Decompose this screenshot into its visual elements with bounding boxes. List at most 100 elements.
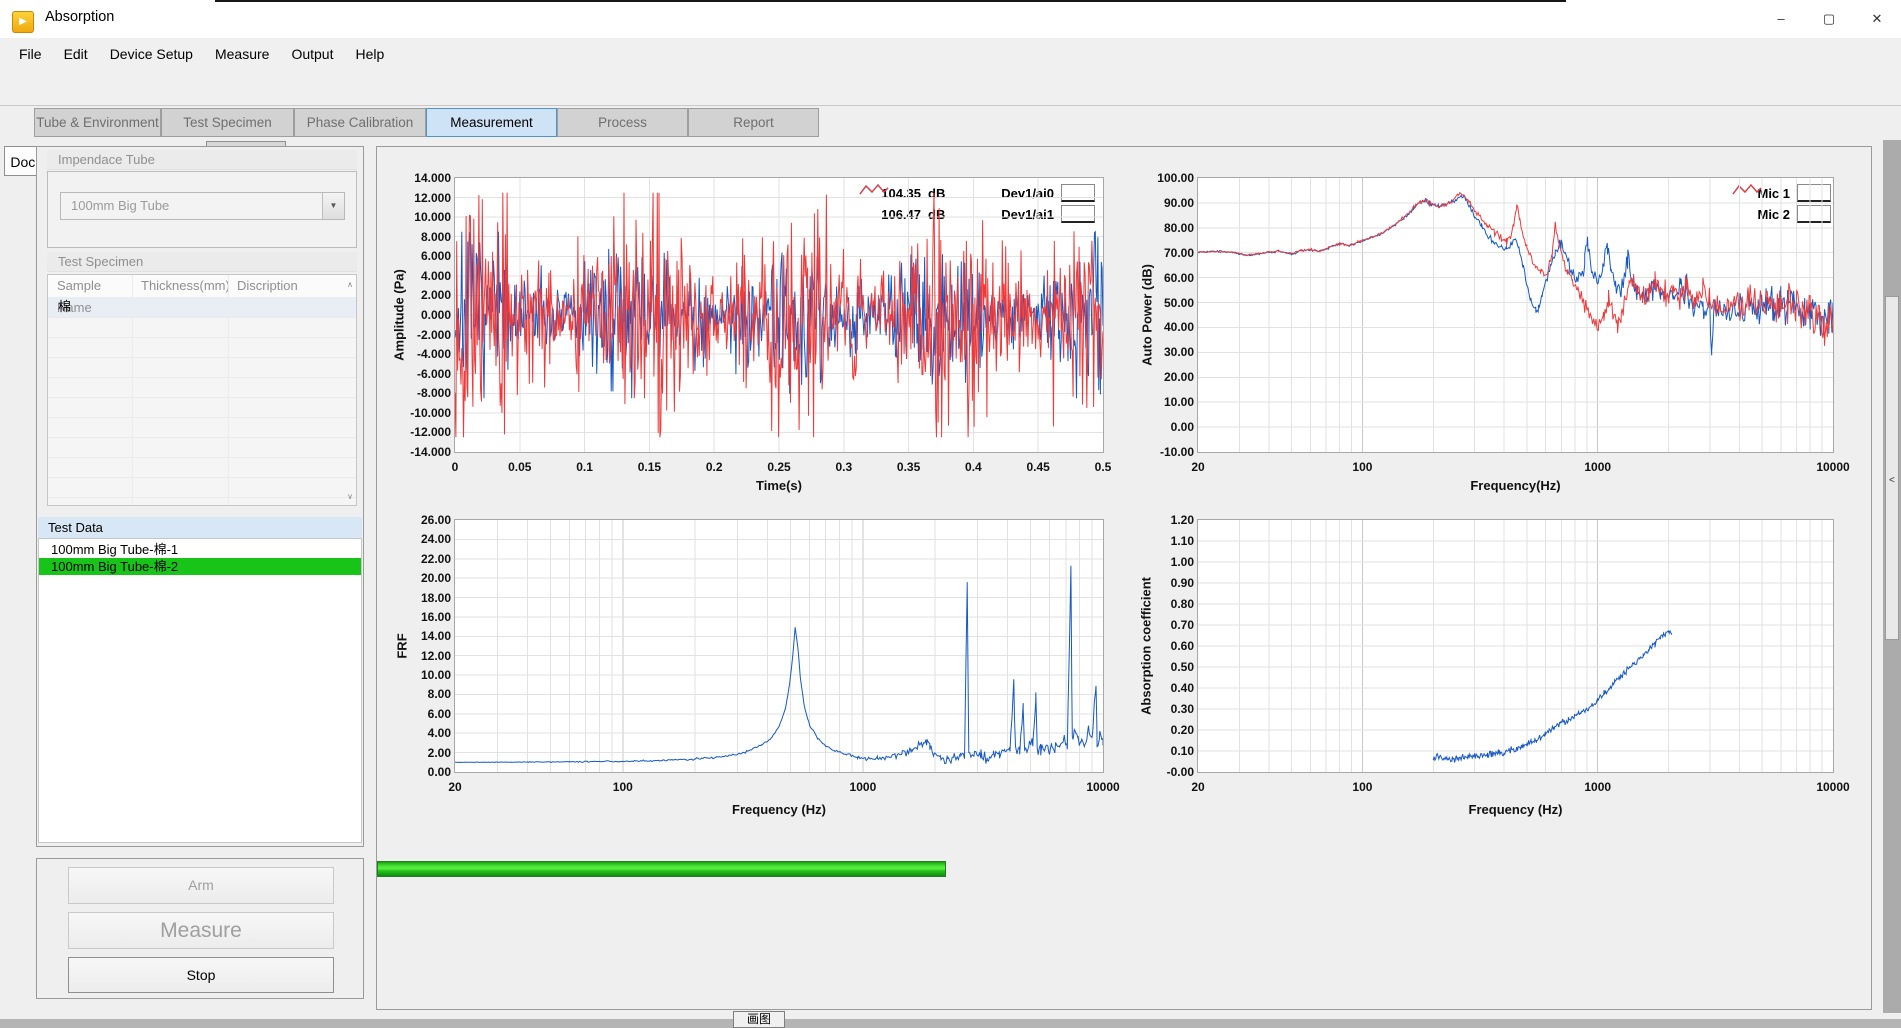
- y-axis-tick: 50.00: [1140, 296, 1194, 310]
- x-axis-tick: 0.35: [879, 460, 939, 474]
- measure-button[interactable]: Measure: [68, 912, 334, 949]
- app-icon: ▶: [12, 11, 34, 33]
- cell-thickness: [142, 297, 248, 317]
- y-axis-tick: 10.00: [397, 668, 451, 682]
- cell-sample-name: 棉: [48, 297, 142, 317]
- frf-chart: FRF Frequency (Hz) 26.0024.0022.0020.001…: [455, 520, 1103, 772]
- y-axis-tick: 10.00: [1140, 395, 1194, 409]
- x-axis-label: Frequency (Hz): [732, 802, 826, 817]
- subtab-tube-environment[interactable]: Tube & Environment: [34, 108, 161, 137]
- y-axis-tick: 1.20: [1140, 513, 1194, 527]
- y-axis-tick: 40.00: [1140, 320, 1194, 334]
- menu-item-measure[interactable]: Measure: [204, 38, 280, 70]
- y-axis-tick: 0.40: [1140, 681, 1194, 695]
- menu-item-help[interactable]: Help: [344, 38, 395, 70]
- measurement-progress-bar: [377, 861, 946, 877]
- y-axis-tick: 0.70: [1140, 618, 1194, 632]
- table-header-row: Sample Name Thickness(mm) Discription: [48, 275, 356, 297]
- subtab-phase-calibration[interactable]: Phase Calibration: [294, 108, 426, 137]
- draw-tab[interactable]: 画图: [733, 1011, 785, 1028]
- column-divider: [228, 275, 229, 505]
- column-header-thickness: Thickness(mm): [132, 275, 228, 297]
- y-axis-tick: -6.000: [397, 367, 451, 381]
- table-row-empty: [48, 358, 356, 378]
- maximize-icon[interactable]: ▢: [1805, 0, 1853, 37]
- collapse-handle[interactable]: <: [1885, 296, 1899, 640]
- y-axis-tick: -10.000: [397, 406, 451, 420]
- impedance-tube-select[interactable]: 100mm Big Tube ▼: [60, 192, 345, 220]
- y-axis-tick: 0.20: [1140, 723, 1194, 737]
- window-controls: – ▢ ✕: [1757, 0, 1901, 37]
- impedance-tube-value: 100mm Big Tube: [71, 198, 169, 213]
- table-row[interactable]: 棉: [48, 297, 356, 318]
- y-axis-tick: -14.000: [397, 445, 451, 459]
- x-axis-tick: 10000: [1803, 780, 1863, 794]
- y-axis-tick: 0.90: [1140, 576, 1194, 590]
- window-title: Absorption: [45, 9, 114, 25]
- y-axis-tick: 2.000: [397, 288, 451, 302]
- x-axis-tick: 0.5: [1073, 460, 1133, 474]
- y-axis-tick: -0.00: [1140, 765, 1194, 779]
- scroll-up-icon[interactable]: ∧: [347, 280, 353, 289]
- impedance-tube-header: Impendace Tube: [47, 150, 357, 170]
- y-axis-tick: 0.00: [397, 765, 451, 779]
- auto-power-chart: Auto Power (dB) Frequency(Hz) Mic 1 Mic …: [1198, 178, 1833, 452]
- y-axis-tick: -4.000: [397, 347, 451, 361]
- stop-button[interactable]: Stop: [68, 957, 334, 993]
- close-icon[interactable]: ✕: [1853, 0, 1901, 37]
- y-axis-tick: -8.000: [397, 386, 451, 400]
- y-axis-tick: 22.00: [397, 552, 451, 566]
- y-axis-tick: 24.00: [397, 532, 451, 546]
- y-axis-tick: 70.00: [1140, 246, 1194, 260]
- chevron-down-icon[interactable]: ▼: [322, 193, 344, 219]
- x-axis-tick: 0.3: [814, 460, 874, 474]
- y-axis-tick: 0.80: [1140, 597, 1194, 611]
- x-axis-tick: 0.05: [490, 460, 550, 474]
- test-specimen-table[interactable]: Sample Name Thickness(mm) Discription 棉 …: [47, 274, 357, 506]
- table-row-empty: [48, 478, 356, 498]
- subtab-process[interactable]: Process: [557, 108, 688, 137]
- menu-item-edit[interactable]: Edit: [53, 38, 99, 70]
- y-axis-tick: 26.00: [397, 513, 451, 527]
- list-item[interactable]: 100mm Big Tube-棉-1: [39, 541, 361, 558]
- menu-item-output[interactable]: Output: [280, 38, 344, 70]
- x-axis-tick: 20: [1168, 460, 1228, 474]
- cell-discription: [248, 297, 352, 317]
- subtab-test-specimen[interactable]: Test Specimen: [161, 108, 294, 137]
- bottom-edge-strip: [0, 1019, 1901, 1028]
- y-axis-tick: 12.00: [397, 649, 451, 663]
- table-row-empty: [48, 398, 356, 418]
- y-axis-tick: 60.00: [1140, 271, 1194, 285]
- column-divider: [132, 275, 133, 505]
- y-axis-tick: 14.00: [397, 629, 451, 643]
- table-row-empty: [48, 418, 356, 438]
- main-tab-strip: Documentation Channel Setup Absorption: [0, 70, 1901, 106]
- table-row-empty: [48, 378, 356, 398]
- x-axis-label: Frequency (Hz): [1469, 802, 1563, 817]
- table-row-empty: [48, 458, 356, 478]
- tab-strip-divider: [0, 105, 1901, 106]
- menu-bar: File Edit Device Setup Measure Output He…: [0, 38, 1901, 70]
- x-axis-tick: 1000: [1568, 460, 1628, 474]
- y-axis-tick: 20.00: [397, 571, 451, 585]
- menu-item-device-setup[interactable]: Device Setup: [99, 38, 204, 70]
- menu-item-file[interactable]: File: [8, 38, 53, 70]
- title-bar: ▶ Absorption: [0, 0, 1901, 38]
- test-data-header: Test Data: [38, 517, 362, 538]
- y-axis-tick: 14.000: [397, 171, 451, 185]
- arm-button[interactable]: Arm: [68, 867, 334, 904]
- y-axis-tick: 2.00: [397, 746, 451, 760]
- x-axis-tick: 0.1: [555, 460, 615, 474]
- subtab-measurement[interactable]: Measurement: [426, 108, 557, 137]
- y-axis-tick: 6.000: [397, 249, 451, 263]
- y-axis-tick: 0.50: [1140, 660, 1194, 674]
- minimize-icon[interactable]: –: [1757, 0, 1805, 37]
- x-axis-label: Frequency(Hz): [1470, 478, 1560, 493]
- y-axis-tick: 1.10: [1140, 534, 1194, 548]
- x-axis-tick: 0: [425, 460, 485, 474]
- subtab-report[interactable]: Report: [688, 108, 819, 137]
- list-item-selected[interactable]: 100mm Big Tube-棉-2: [39, 558, 361, 575]
- scroll-down-icon[interactable]: ∨: [347, 492, 353, 501]
- x-axis-tick: 0.45: [1008, 460, 1068, 474]
- test-data-list: 100mm Big Tube-棉-1 100mm Big Tube-棉-2: [38, 538, 362, 843]
